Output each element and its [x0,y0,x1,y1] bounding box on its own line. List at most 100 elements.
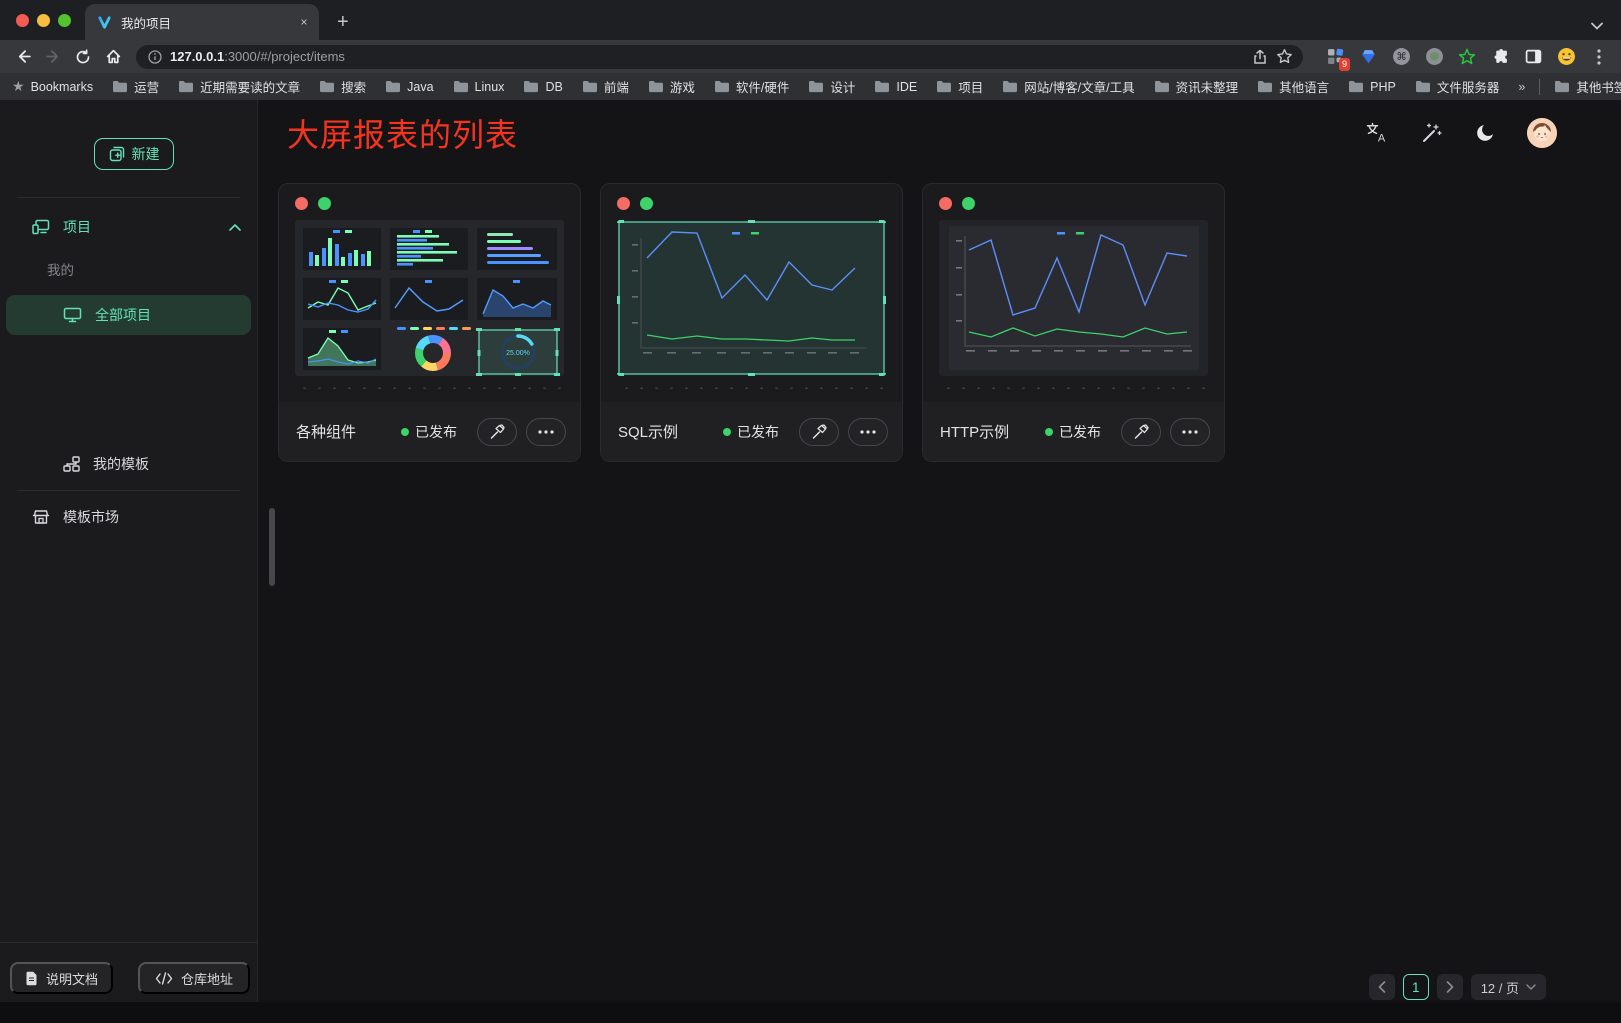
current-page-button[interactable]: 1 [1403,974,1429,1000]
bookmark-folder[interactable]: 设计 [808,77,855,96]
project-thumbnail[interactable] [617,220,886,376]
zoom-window-button[interactable] [58,14,71,27]
bookmark-folder[interactable]: Java [385,80,433,94]
sidebar-divider [17,490,240,491]
bookmark-folder[interactable]: 搜索 [319,77,366,96]
address-bar[interactable]: 127.0.0.1:3000/#/project/items [136,45,1303,69]
tab-close-icon[interactable] [299,17,309,27]
sidebar-item-projects[interactable]: 项目 [0,210,257,244]
bookmark-label: 软件/硬件 [736,77,789,96]
code-icon [155,972,173,985]
bookmark-folder[interactable]: 近期需要读的文章 [178,77,300,96]
bookmark-folder[interactable]: Linux [453,80,505,94]
bookmark-folder[interactable]: 文件服务器 [1415,77,1500,96]
prev-page-button[interactable] [1369,974,1395,1000]
content-header: 大屏报表的列表 A [258,100,1621,165]
bookmark-folder[interactable]: 网站/博客/文章/工具 [1002,77,1134,96]
status-dot [723,428,731,436]
language-icon[interactable]: A [1365,121,1389,145]
bookmark-folder[interactable]: 软件/硬件 [714,77,789,96]
bookmark-label: 资讯未整理 [1176,77,1239,96]
main-content: 大屏报表的列表 A [258,100,1621,1023]
close-window-button[interactable] [16,14,29,27]
page-size-select[interactable]: 12 / 页 [1471,974,1546,1000]
macos-traffic-lights[interactable] [0,0,85,40]
folder-icon [936,80,952,93]
bookmark-folder[interactable]: 资讯未整理 [1154,77,1239,96]
bookmark-folder[interactable]: 前端 [582,77,629,96]
chevron-down-icon [1526,984,1536,990]
bookmark-label: 设计 [830,77,855,96]
bookmark-folder[interactable]: 其他语言 [1257,77,1329,96]
sidebar-item-my-templates[interactable]: 我的模板 [0,447,257,481]
home-button[interactable] [100,44,126,70]
project-thumbnail[interactable]: 25.00% [295,220,564,376]
user-avatar[interactable] [1527,118,1557,148]
bookmark-folder[interactable]: 游戏 [648,77,695,96]
folder-icon [453,80,469,93]
project-thumbnail[interactable] [939,220,1208,376]
new-project-button[interactable]: 新建 [94,138,174,170]
forward-button[interactable] [40,44,66,70]
command-extension-icon[interactable]: ⌘ [1391,47,1411,67]
back-button[interactable] [10,44,36,70]
reload-button[interactable] [70,44,96,70]
ellipsis-icon [538,430,554,434]
gem-extension-icon[interactable] [1358,47,1378,67]
status-badge: 已发布 [401,422,457,442]
hammer-icon [811,424,827,440]
edit-project-button[interactable] [477,418,517,446]
sidebar-item-all-projects[interactable]: 全部项目 [6,295,251,335]
other-bookmarks-folder[interactable]: 其他书签 [1554,77,1621,96]
url-text[interactable]: 127.0.0.1:3000/#/project/items [170,49,1244,64]
bookmark-label: 网站/博客/文章/工具 [1024,77,1134,96]
magic-wand-icon[interactable] [1419,121,1443,145]
edit-project-button[interactable] [799,418,839,446]
bookmark-folder[interactable]: DB [523,80,562,94]
docs-button[interactable]: 说明文档 [10,962,113,994]
bookmark-folder[interactable]: IDE [874,80,917,94]
more-options-button[interactable] [526,418,566,446]
smiley-extension-icon[interactable] [1556,47,1576,67]
more-options-button[interactable] [1170,418,1210,446]
tab-search-chevron-icon[interactable] [1591,22,1621,40]
sidebar-group-label: 我的 [47,259,74,279]
side-panel-extension-icon[interactable] [1523,47,1543,67]
recorder-extension-icon[interactable] [1424,47,1444,67]
site-info-icon[interactable] [148,50,162,64]
bookmark-folder[interactable]: 运营 [112,77,159,96]
minimize-window-button[interactable] [37,14,50,27]
browser-menu-icon[interactable] [1589,47,1609,67]
sidebar-item-template-market[interactable]: 模板市场 [0,500,257,534]
new-tab-button[interactable]: + [319,12,349,40]
more-options-button[interactable] [848,418,888,446]
page-size-value: 12 / 页 [1481,978,1519,997]
bookmarks-overflow-chevron[interactable]: » [1518,80,1525,94]
chevron-left-icon [1378,981,1386,993]
folder-icon [523,80,539,93]
tab-manager-extension-icon[interactable]: 9 [1325,47,1345,67]
chevron-up-icon[interactable] [229,224,241,231]
bookmark-folder[interactable]: 项目 [936,77,983,96]
dotted-divider [293,386,566,389]
browser-tab-active[interactable]: 我的项目 [85,4,319,40]
folder-icon [112,80,128,93]
bookmark-label: DB [545,80,562,94]
dark-mode-moon-icon[interactable] [1473,121,1497,145]
project-card[interactable]: 25.00% 各种组件 已发布 [278,183,581,462]
bookmark-folder[interactable]: PHP [1348,80,1396,94]
edit-project-button[interactable] [1121,418,1161,446]
bookmarks-root-folder[interactable]: ★ Bookmarks [12,78,93,95]
share-icon[interactable] [1252,49,1268,65]
scrollbar-thumb[interactable] [269,508,275,586]
project-card[interactable]: SQL示例 已发布 [600,183,903,462]
repo-button[interactable]: 仓库地址 [138,962,250,994]
devices-icon [32,219,50,235]
bookmark-star-icon[interactable] [1276,48,1293,65]
extensions-puzzle-icon[interactable] [1490,47,1510,67]
next-page-button[interactable] [1437,974,1463,1000]
green-star-extension-icon[interactable] [1457,47,1477,67]
screen: 我的项目 + 127.0.0.1:3000/#/project/items [0,0,1621,1023]
project-card[interactable]: HTTP示例 已发布 [922,183,1225,462]
card-green-dot [640,197,653,210]
